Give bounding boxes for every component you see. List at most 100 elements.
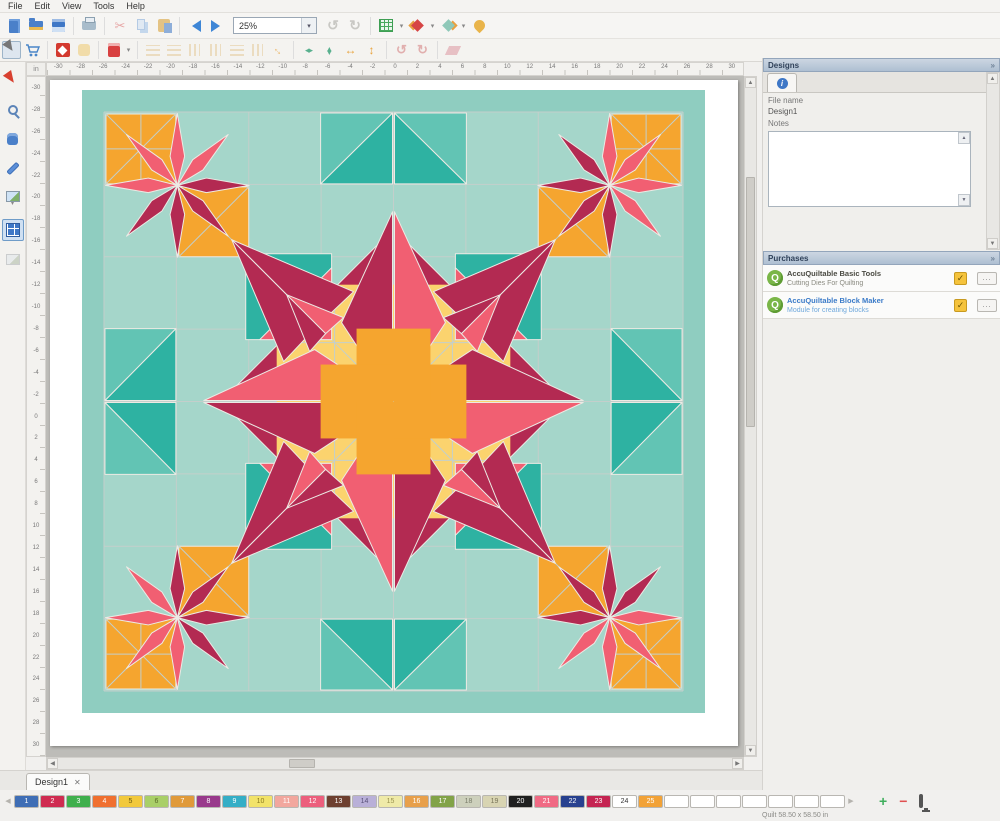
color-swatch[interactable]: 23: [586, 795, 611, 808]
calculator-dropdown[interactable]: ▾: [125, 46, 132, 54]
shopping-cart-button[interactable]: [23, 41, 42, 59]
paint-pour-button[interactable]: [469, 16, 489, 36]
save-button[interactable]: [48, 16, 68, 36]
copy-button[interactable]: [132, 16, 152, 36]
rotate-ccw-button[interactable]: ↺: [323, 16, 343, 36]
color-swatch[interactable]: 6: [144, 795, 169, 808]
color-swatch[interactable]: 17: [430, 795, 455, 808]
purchase-more-button[interactable]: ...: [977, 272, 997, 285]
color-swatch[interactable]: 16: [404, 795, 429, 808]
open-folder-button[interactable]: [26, 16, 46, 36]
align-middle-button[interactable]: [227, 41, 246, 59]
notes-scroll-down[interactable]: ▼: [958, 194, 970, 206]
display-button[interactable]: [919, 796, 923, 806]
redo-button[interactable]: [207, 16, 227, 36]
replace-fabric-button[interactable]: [407, 16, 427, 36]
color-swatch[interactable]: [690, 795, 715, 808]
resize-width-button[interactable]: ↔: [341, 41, 360, 59]
color-swatch[interactable]: 1: [14, 795, 39, 808]
ruler-unit-box[interactable]: in: [26, 62, 46, 76]
quilt-grid-tool[interactable]: [2, 219, 24, 241]
color-swatch[interactable]: [742, 795, 767, 808]
menu-item[interactable]: Edit: [29, 1, 57, 11]
vertical-scrollbar[interactable]: ▲ ▼: [744, 76, 757, 757]
print-button[interactable]: [79, 16, 99, 36]
pan-tool[interactable]: [2, 128, 24, 150]
paste-button[interactable]: [154, 16, 174, 36]
menu-item[interactable]: Tools: [87, 1, 120, 11]
color-swatch[interactable]: 22: [560, 795, 585, 808]
center-in-block-button[interactable]: ↔: [269, 41, 288, 59]
color-swatch[interactable]: 21: [534, 795, 559, 808]
quilt-design[interactable]: [82, 90, 705, 713]
purchase-more-button[interactable]: ...: [977, 299, 997, 312]
add-shape-button[interactable]: [74, 41, 93, 59]
color-swatch[interactable]: 9: [222, 795, 247, 808]
replace-fabric-dropdown[interactable]: ▾: [429, 22, 436, 30]
align-right-button[interactable]: [185, 41, 204, 59]
color-swatch[interactable]: [664, 795, 689, 808]
collapse-chevron-icon[interactable]: »: [991, 61, 995, 70]
notes-textarea[interactable]: [768, 131, 971, 207]
scroll-left-button[interactable]: ◀: [47, 758, 58, 769]
align-bottom-button[interactable]: [248, 41, 267, 59]
select-tool[interactable]: [2, 70, 24, 92]
scroll-down-button[interactable]: ▼: [745, 745, 756, 756]
photo-tool[interactable]: [2, 248, 24, 270]
layout-grid-button[interactable]: [376, 16, 396, 36]
design-page[interactable]: [50, 80, 738, 746]
panel-scrollbar[interactable]: ▲ ▼: [986, 72, 1000, 250]
scroll-up-button[interactable]: ▲: [745, 77, 756, 88]
flip-horizontal-button[interactable]: ◂▸: [299, 41, 318, 59]
info-tab[interactable]: i: [767, 73, 797, 92]
scroll-right-button[interactable]: ▶: [732, 758, 743, 769]
skew-button[interactable]: [443, 41, 462, 59]
purchase-item[interactable]: Q AccuQuiltable Block Maker Module for c…: [763, 292, 1000, 319]
purchase-item[interactable]: Q AccuQuiltable Basic Tools Cutting Dies…: [763, 265, 1000, 292]
image-tool-dropdown[interactable]: ▾: [11, 202, 14, 207]
align-top-button[interactable]: [206, 41, 225, 59]
menu-item[interactable]: Help: [120, 1, 151, 11]
align-left-button[interactable]: [143, 41, 162, 59]
layout-grid-dropdown[interactable]: ▾: [398, 22, 405, 30]
panel-scroll-down[interactable]: ▼: [987, 238, 998, 249]
notes-scroll-up[interactable]: ▲: [958, 132, 970, 144]
color-swatch[interactable]: 12: [300, 795, 325, 808]
flip-vertical-button[interactable]: ◂▸: [320, 41, 339, 59]
designs-panel-header[interactable]: Designs »: [763, 58, 1000, 72]
vertical-scroll-thumb[interactable]: [746, 177, 755, 427]
prev-colors-button[interactable]: ◀: [3, 797, 13, 805]
colorize-button[interactable]: [438, 16, 458, 36]
select-pointer-button[interactable]: [2, 41, 21, 59]
add-color-button[interactable]: +: [879, 793, 887, 809]
zoom-level-select[interactable]: 25% ▾: [233, 17, 317, 34]
purchase-checkbox[interactable]: ✓: [954, 299, 967, 312]
color-swatch[interactable]: 24: [612, 795, 637, 808]
color-swatch[interactable]: 19: [482, 795, 507, 808]
zoom-tool[interactable]: [2, 99, 24, 121]
color-swatch[interactable]: 2: [40, 795, 65, 808]
purchase-checkbox[interactable]: ✓: [954, 272, 967, 285]
color-swatch[interactable]: [820, 795, 845, 808]
collapse-chevron-icon[interactable]: »: [991, 254, 995, 263]
purchases-panel-header[interactable]: Purchases »: [763, 251, 1000, 265]
tab-design1[interactable]: Design1 ✕: [26, 773, 90, 790]
panel-scroll-up[interactable]: ▲: [987, 73, 998, 84]
add-block-button[interactable]: [53, 41, 72, 59]
horizontal-scroll-thumb[interactable]: [289, 759, 315, 768]
color-swatch[interactable]: 8: [196, 795, 221, 808]
color-swatch[interactable]: 18: [456, 795, 481, 808]
rotate-left-button[interactable]: ↺: [392, 41, 411, 59]
align-center-button[interactable]: [164, 41, 183, 59]
zoom-dropdown-button[interactable]: ▾: [301, 18, 316, 33]
color-swatch[interactable]: [716, 795, 741, 808]
resize-height-button[interactable]: ↕: [362, 41, 381, 59]
color-swatch[interactable]: 15: [378, 795, 403, 808]
color-swatch[interactable]: [794, 795, 819, 808]
new-file-button[interactable]: [4, 16, 24, 36]
color-swatch[interactable]: 7: [170, 795, 195, 808]
undo-button[interactable]: [185, 16, 205, 36]
color-swatch[interactable]: 4: [92, 795, 117, 808]
cut-button[interactable]: ✂: [110, 16, 130, 36]
rotate-cw-button[interactable]: ↻: [345, 16, 365, 36]
